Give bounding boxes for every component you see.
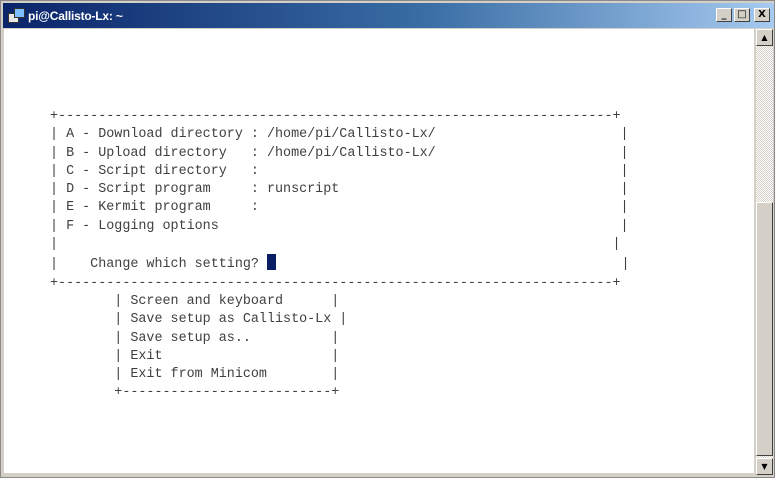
change-setting-prompt: | Change which setting? (50, 257, 267, 273)
terminal-text: +---------------------------------------… (50, 108, 630, 403)
maximize-button[interactable]: □ (734, 8, 750, 22)
menu-item-upload-directory: | B - Upload directory : /home/pi/Callis… (50, 145, 629, 161)
menu-top-border: +---------------------------------------… (50, 109, 621, 124)
window-title: pi@Callisto-Lx: ~ (28, 8, 123, 23)
close-button[interactable]: X (754, 8, 770, 22)
menu-bottom-border: +---------------------------------------… (50, 275, 621, 291)
terminal-cursor (266, 254, 276, 271)
menu-item-logging-options: | F - Logging options | (50, 218, 629, 234)
scroll-down-icon[interactable]: ▼ (756, 458, 773, 475)
submenu-bottom-border: +--------------------------+ (50, 385, 340, 401)
submenu-item-save-setup-as: | Save setup as.. | (50, 330, 340, 346)
window-controls: _ □ X (716, 8, 770, 22)
vertical-scrollbar[interactable]: ▲ ▼ (756, 29, 773, 475)
menu-blank-line: | | (50, 237, 621, 253)
menu-item-download-directory: | A - Download directory : /home/pi/Call… (50, 127, 629, 143)
title-bar[interactable]: pi@Callisto-Lx: ~ _ □ X (3, 3, 774, 28)
prompt-line-border: | (275, 257, 630, 273)
submenu-item-exit-from-minicom: | Exit from Minicom | (50, 367, 340, 383)
scroll-thumb[interactable] (756, 202, 773, 456)
minimize-button[interactable]: _ (716, 8, 732, 22)
terminal-area[interactable]: +---------------------------------------… (4, 29, 754, 473)
menu-item-script-directory: | C - Script directory : | (50, 163, 629, 179)
scroll-up-icon[interactable]: ▲ (756, 29, 773, 46)
submenu-item-exit: | Exit | (50, 348, 340, 364)
putty-app-icon[interactable] (8, 7, 25, 24)
submenu-item-save-setup-callisto: | Save setup as Callisto-Lx | (50, 312, 348, 328)
putty-window: pi@Callisto-Lx: ~ _ □ X +---------------… (0, 0, 775, 478)
submenu-item-screen-and-keyboard: | Screen and keyboard | (50, 293, 340, 309)
menu-item-kermit-program: | E - Kermit program : | (50, 200, 629, 216)
menu-item-script-program: | D - Script program : runscript | (50, 182, 629, 198)
